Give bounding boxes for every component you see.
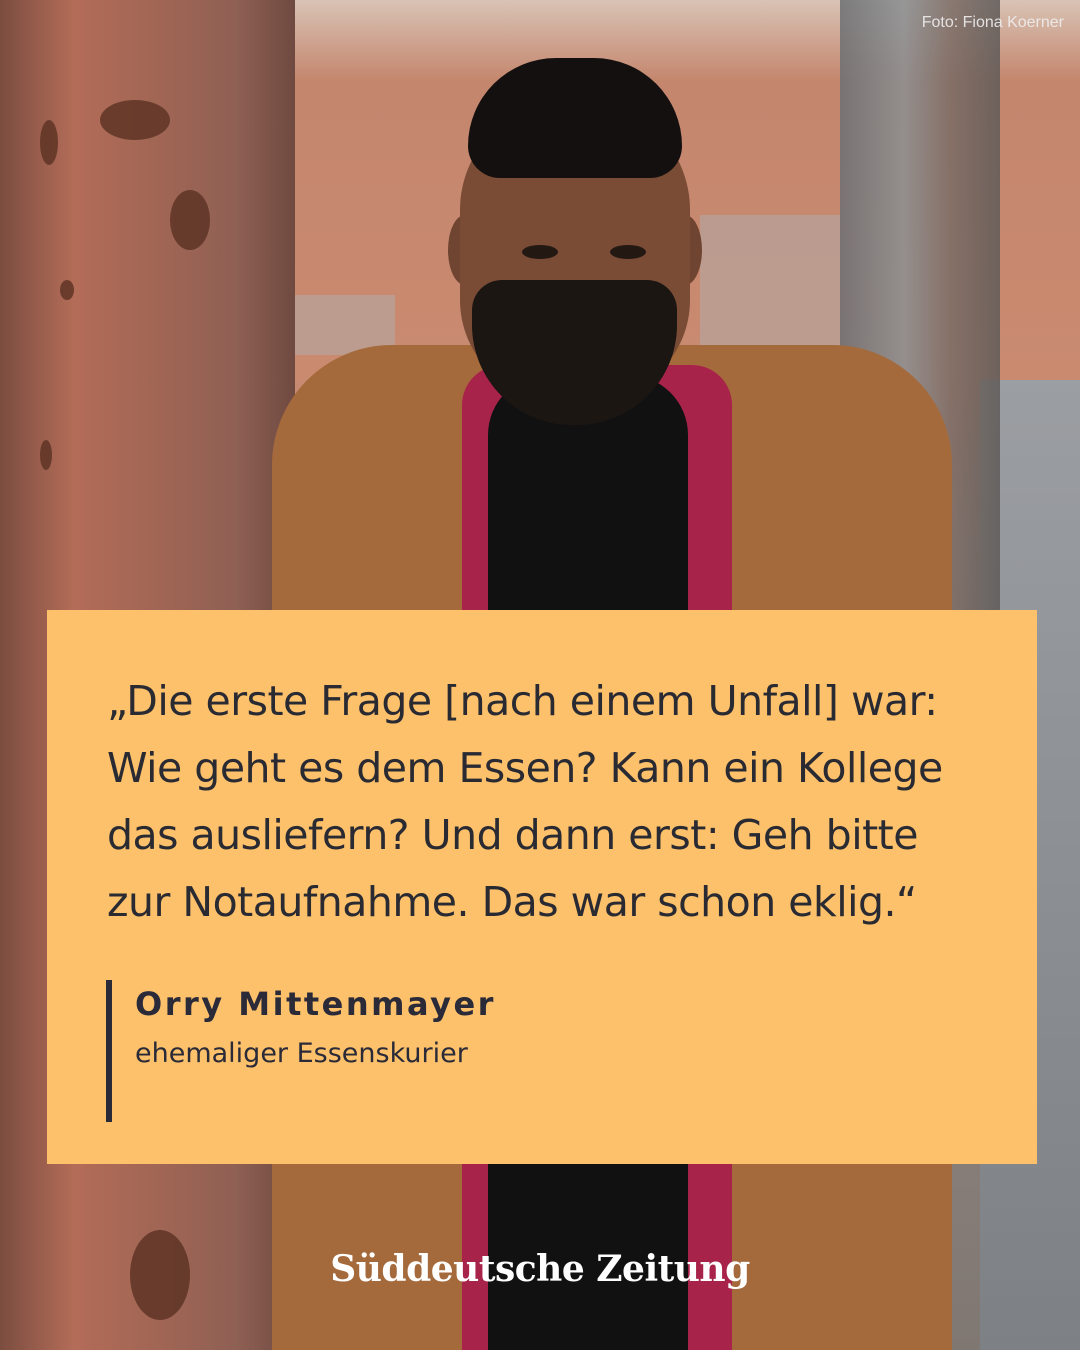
quote-author: Orry Mittenmayer bbox=[135, 985, 496, 1023]
attribution-bar bbox=[106, 980, 112, 1122]
sz-logo: Süddeutsche Zeitung bbox=[330, 1248, 750, 1290]
eye-right bbox=[610, 245, 646, 259]
photo-credit: Foto: Fiona Koerner bbox=[921, 14, 1064, 31]
quote-author-role: ehemaliger Essenskurier bbox=[135, 1038, 468, 1069]
eye-left bbox=[522, 245, 558, 259]
quote-box: „Die erste Frage [nach einem Unfall] war… bbox=[47, 610, 1037, 1164]
quote-text: „Die erste Frage [nach einem Unfall] war… bbox=[107, 677, 943, 926]
